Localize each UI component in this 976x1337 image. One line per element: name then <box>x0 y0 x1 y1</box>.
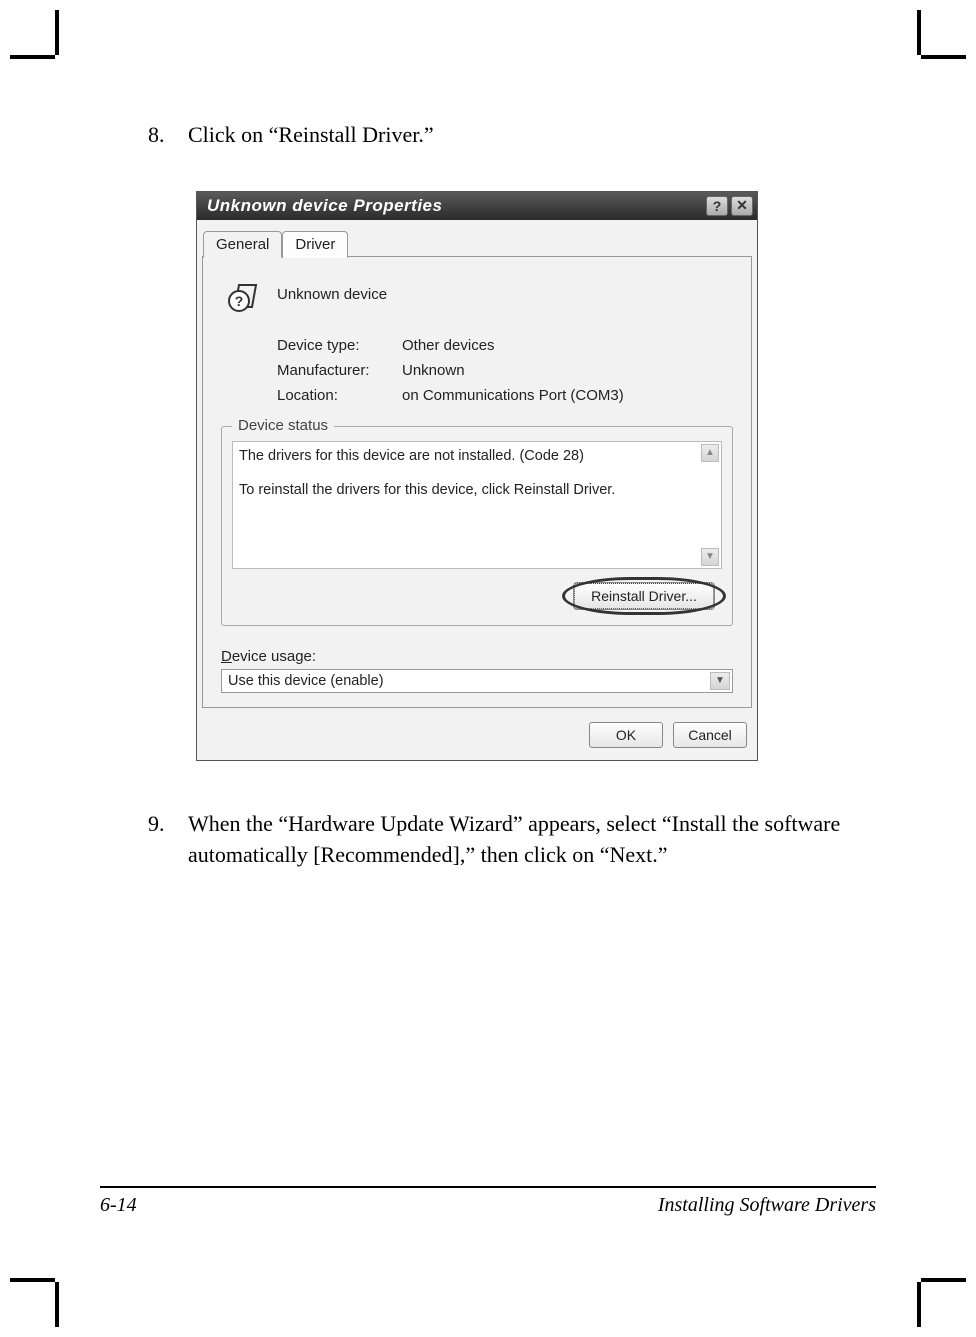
row-device-type: Device type: Other devices <box>277 337 733 354</box>
manufacturer-value: Unknown <box>402 362 465 379</box>
step-text: When the “Hardware Update Wizard” appear… <box>188 809 876 871</box>
ok-button[interactable]: OK <box>589 722 663 748</box>
section-title: Installing Software Drivers <box>658 1194 876 1217</box>
status-line: The drivers for this device are not inst… <box>239 446 697 468</box>
device-usage-label: DDevice usage:evice usage: <box>221 648 733 665</box>
step-9: 9. When the “Hardware Update Wizard” app… <box>148 809 876 871</box>
tab-driver[interactable]: Driver <box>282 231 348 258</box>
properties-table: Device type: Other devices Manufacturer:… <box>277 337 733 404</box>
tab-row: General Driver <box>197 220 757 257</box>
device-usage-select[interactable]: Use this device (enable) ▼ <box>221 669 733 693</box>
dialog-buttons: OK Cancel <box>197 708 757 760</box>
step-number: 8. <box>148 120 188 151</box>
device-status-group: Device status The drivers for this devic… <box>221 426 733 626</box>
crop-mark <box>10 1278 55 1282</box>
page-footer: 6-14 Installing Software Drivers <box>100 1186 876 1217</box>
crop-mark <box>55 1282 59 1327</box>
crop-mark <box>917 1282 921 1327</box>
scroll-up-icon[interactable]: ▲ <box>701 444 719 462</box>
chevron-down-icon[interactable]: ▼ <box>710 672 730 690</box>
cancel-button[interactable]: Cancel <box>673 722 747 748</box>
titlebar-buttons: ? ✕ <box>706 196 753 216</box>
device-header: ? Unknown device <box>221 275 733 315</box>
crop-mark <box>921 1278 966 1282</box>
row-location: Location: on Communications Port (COM3) <box>277 387 733 404</box>
tab-panel-general: ? Unknown device Device type: Other devi… <box>202 256 752 708</box>
status-line: To reinstall the drivers for this device… <box>239 480 697 502</box>
page-number: 6-14 <box>100 1194 137 1217</box>
reinstall-row: Reinstall Driver... <box>232 583 722 609</box>
crop-mark <box>917 10 921 55</box>
device-type-label: Device type: <box>277 337 402 354</box>
unknown-device-icon: ? <box>221 275 261 315</box>
screenshot-dialog: Unknown device Properties ? ✕ General Dr… <box>196 191 758 761</box>
crop-mark <box>10 55 55 59</box>
svg-text:?: ? <box>235 293 244 309</box>
page-body: 8. Click on “Reinstall Driver.” Unknown … <box>100 120 876 1217</box>
device-status-text: The drivers for this device are not inst… <box>232 441 722 569</box>
highlight-oval: Reinstall Driver... <box>566 583 722 609</box>
window-title: Unknown device Properties <box>207 196 442 216</box>
close-button[interactable]: ✕ <box>731 196 753 216</box>
device-type-value: Other devices <box>402 337 495 354</box>
step-text: Click on “Reinstall Driver.” <box>188 120 876 151</box>
tab-general[interactable]: General <box>203 231 282 258</box>
manufacturer-label: Manufacturer: <box>277 362 402 379</box>
titlebar: Unknown device Properties ? ✕ <box>197 192 757 220</box>
device-name: Unknown device <box>277 286 387 303</box>
step-number: 9. <box>148 809 188 871</box>
location-value: on Communications Port (COM3) <box>402 387 624 404</box>
crop-mark <box>921 55 966 59</box>
device-status-legend: Device status <box>232 417 334 434</box>
properties-dialog: Unknown device Properties ? ✕ General Dr… <box>196 191 758 761</box>
crop-mark <box>55 10 59 55</box>
reinstall-driver-button[interactable]: Reinstall Driver... <box>574 583 714 609</box>
location-label: Location: <box>277 387 402 404</box>
step-8: 8. Click on “Reinstall Driver.” <box>148 120 876 151</box>
scroll-down-icon[interactable]: ▼ <box>701 548 719 566</box>
row-manufacturer: Manufacturer: Unknown <box>277 362 733 379</box>
help-button[interactable]: ? <box>706 196 728 216</box>
device-usage-value: Use this device (enable) <box>228 673 384 689</box>
footer-rule <box>100 1186 876 1188</box>
